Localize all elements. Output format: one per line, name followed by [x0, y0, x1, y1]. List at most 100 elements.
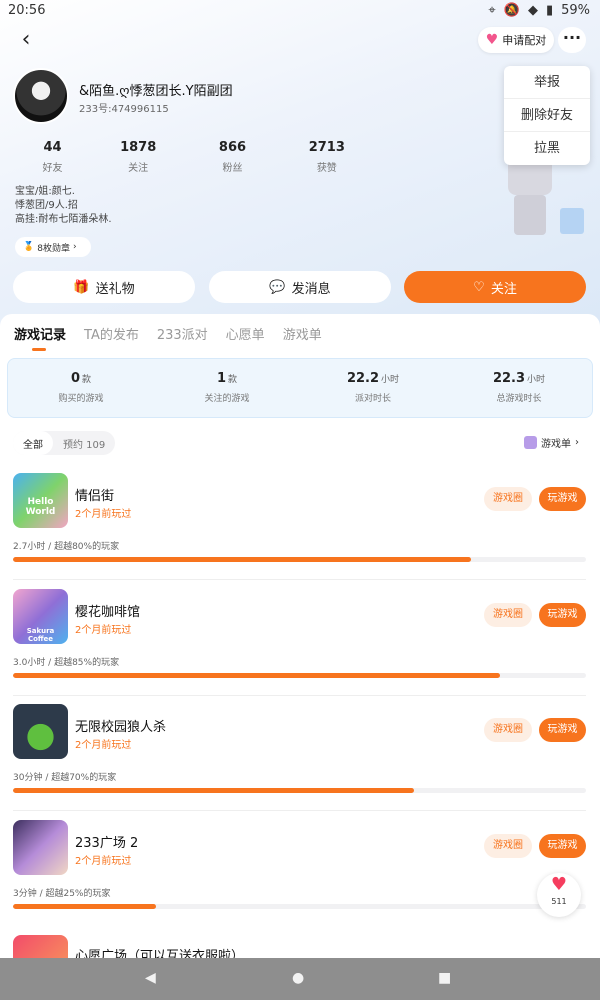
progress-fill: [13, 788, 415, 793]
last-played: 2个月前玩过: [75, 625, 132, 636]
more-button[interactable]: ···: [558, 27, 586, 53]
heart-outline-icon: ♡: [473, 279, 485, 295]
like-floating-button[interactable]: ♥ 511: [537, 873, 581, 917]
play-game-button[interactable]: 玩游戏: [539, 834, 586, 858]
play-stats: 30分钟 / 超越70%的玩家: [13, 773, 117, 783]
menu-item-block[interactable]: 拉黑: [504, 132, 590, 165]
system-nav-bar: ◀ ● ■: [0, 958, 600, 1000]
progress-bar: [13, 673, 586, 678]
progress-bar: [13, 904, 586, 909]
bio: 宝宝/姐:颜七. 悸葱团/9人.招 高挂:耐布七陌潘朵林.: [15, 186, 112, 225]
summary-party-time: 22.2 小时 派对时长: [346, 371, 400, 404]
progress-bar: [13, 557, 586, 562]
heart-icon: ♥: [550, 874, 568, 895]
medal-icon: 🏅: [23, 242, 35, 252]
summary-total-time: 22.3 小时 总游戏时长: [492, 371, 546, 404]
game-name: 无限校园狼人杀: [75, 720, 167, 735]
filter-all[interactable]: 全部: [13, 431, 53, 455]
progress-fill: [13, 557, 472, 562]
follow-button[interactable]: ♡ 关注: [404, 271, 586, 303]
more-menu: 举报 删除好友 拉黑: [504, 66, 590, 165]
status-bar: 20:56 ⌖ 🔕 ◆ ▮ 59%: [0, 0, 600, 22]
status-time: 20:56: [8, 3, 46, 18]
game-icon: [13, 704, 68, 759]
tab-bar: 游戏记录 TA的发布 233派对 心愿单 游戏单: [14, 324, 322, 351]
battery-level: 59%: [561, 3, 590, 18]
stat-likes[interactable]: 2713 获赞: [280, 140, 374, 174]
chevron-left-icon: ‹: [21, 27, 31, 52]
list-item[interactable]: Hello World 情侣街 2个月前玩过 游戏圈 玩游戏 2.7小时 / 超…: [13, 473, 586, 583]
last-played: 2个月前玩过: [75, 509, 132, 520]
nav-recents-icon[interactable]: ■: [438, 970, 451, 986]
mute-icon: 🔕: [503, 3, 520, 18]
progress-fill: [13, 904, 157, 909]
stat-friends[interactable]: 44 好友: [14, 140, 91, 174]
summary-purchased: 0款 购买的游戏: [58, 371, 104, 404]
heart-icon: ♥: [485, 32, 499, 48]
tab-posts[interactable]: TA的发布: [84, 324, 139, 343]
summary-followed: 1款 关注的游戏: [204, 371, 250, 404]
wifi-icon: ◆: [527, 3, 538, 18]
game-name: 情侣街: [75, 489, 115, 504]
nav-back-icon[interactable]: ◀: [145, 970, 156, 986]
game-circle-button[interactable]: 游戏圈: [484, 834, 532, 858]
game-name: 233广场 2: [75, 836, 139, 851]
game-icon: [13, 935, 68, 958]
gift-icon: 🎁: [73, 279, 90, 295]
chevron-right-icon: ›: [72, 242, 77, 252]
user-id: 233号:474996115: [79, 104, 169, 115]
game-summary: 0款 购买的游戏 1款 关注的游戏 22.2 小时 派对时长 22.3 小时 总游戏…: [7, 358, 593, 418]
match-request-label: 申请配对: [502, 34, 547, 47]
back-button[interactable]: ‹: [12, 28, 40, 52]
tab-wishlist[interactable]: 心愿单: [226, 324, 265, 343]
send-message-button[interactable]: 💬 发消息: [209, 271, 391, 303]
game-circle-button[interactable]: 游戏圈: [484, 603, 532, 627]
action-row: 🎁 送礼物 💬 发消息 ♡ 关注: [13, 271, 586, 303]
play-stats: 2.7小时 / 超越80%的玩家: [13, 542, 120, 552]
menu-item-report[interactable]: 举报: [504, 66, 590, 99]
more-icon: ···: [562, 28, 582, 47]
game-circle-button[interactable]: 游戏圈: [484, 718, 532, 742]
tab-gamelist[interactable]: 游戏单: [283, 324, 322, 343]
game-name: 心愿广场（可以互送衣服啦）: [75, 949, 245, 958]
play-stats: 3.0小时 / 超越85%的玩家: [13, 658, 120, 668]
progress-fill: [13, 673, 501, 678]
like-count: 511: [551, 897, 567, 906]
avatar[interactable]: [13, 68, 69, 124]
game-name: 樱花咖啡馆: [75, 605, 141, 620]
game-icon: Sakura Coffee: [13, 589, 68, 644]
send-gift-button[interactable]: 🎁 送礼物: [13, 271, 195, 303]
medal-badge[interactable]: 🏅 8枚勋章 ›: [15, 237, 91, 257]
list-item[interactable]: 无限校园狼人杀 2个月前玩过 游戏圈 玩游戏 30分钟 / 超越70%的玩家: [13, 704, 586, 814]
play-game-button[interactable]: 玩游戏: [539, 487, 586, 511]
tab-party[interactable]: 233派对: [157, 324, 208, 343]
tab-game-records[interactable]: 游戏记录: [14, 324, 66, 351]
battery-icon: ▮: [545, 3, 554, 18]
filter-toggle: 全部 预约 109: [13, 431, 116, 455]
nav-home-icon[interactable]: ●: [292, 970, 304, 986]
game-icon: Hello World: [13, 473, 68, 528]
list-item[interactable]: Sakura Coffee 樱花咖啡馆 2个月前玩过 游戏圈 玩游戏 3.0小时…: [13, 589, 586, 699]
play-stats: 3分钟 / 超越25%的玩家: [13, 889, 111, 899]
game-circle-button[interactable]: 游戏圈: [484, 487, 532, 511]
play-game-button[interactable]: 玩游戏: [539, 603, 586, 627]
chat-icon: 💬: [269, 279, 286, 295]
list-item[interactable]: 233广场 2 2个月前玩过 游戏圈 玩游戏 3分钟 / 超越25%的玩家: [13, 820, 586, 930]
play-game-button[interactable]: 玩游戏: [539, 718, 586, 742]
profile-stats: 44 好友 1878 关注 866 粉丝 2713 获赞: [14, 140, 374, 174]
chevron-right-icon: ›: [575, 437, 579, 448]
gamelist-link[interactable]: 游戏单 ›: [524, 435, 579, 450]
nickname: &陌鱼.ღ悸葱团长.Y陌副团: [79, 84, 233, 99]
match-request-button[interactable]: ♥ 申请配对: [478, 27, 554, 53]
stat-fans[interactable]: 866 粉丝: [185, 140, 279, 174]
gamelist-icon: [524, 436, 537, 449]
last-played: 2个月前玩过: [75, 740, 132, 751]
progress-bar: [13, 788, 586, 793]
list-item[interactable]: 心愿广场（可以互送衣服啦）: [13, 935, 586, 958]
stat-following[interactable]: 1878 关注: [91, 140, 185, 174]
filter-reserve[interactable]: 预约 109: [53, 431, 115, 455]
game-icon: [13, 820, 68, 875]
menu-item-delete-friend[interactable]: 删除好友: [504, 99, 590, 132]
last-played: 2个月前玩过: [75, 856, 132, 867]
location-icon: ⌖: [488, 3, 496, 18]
